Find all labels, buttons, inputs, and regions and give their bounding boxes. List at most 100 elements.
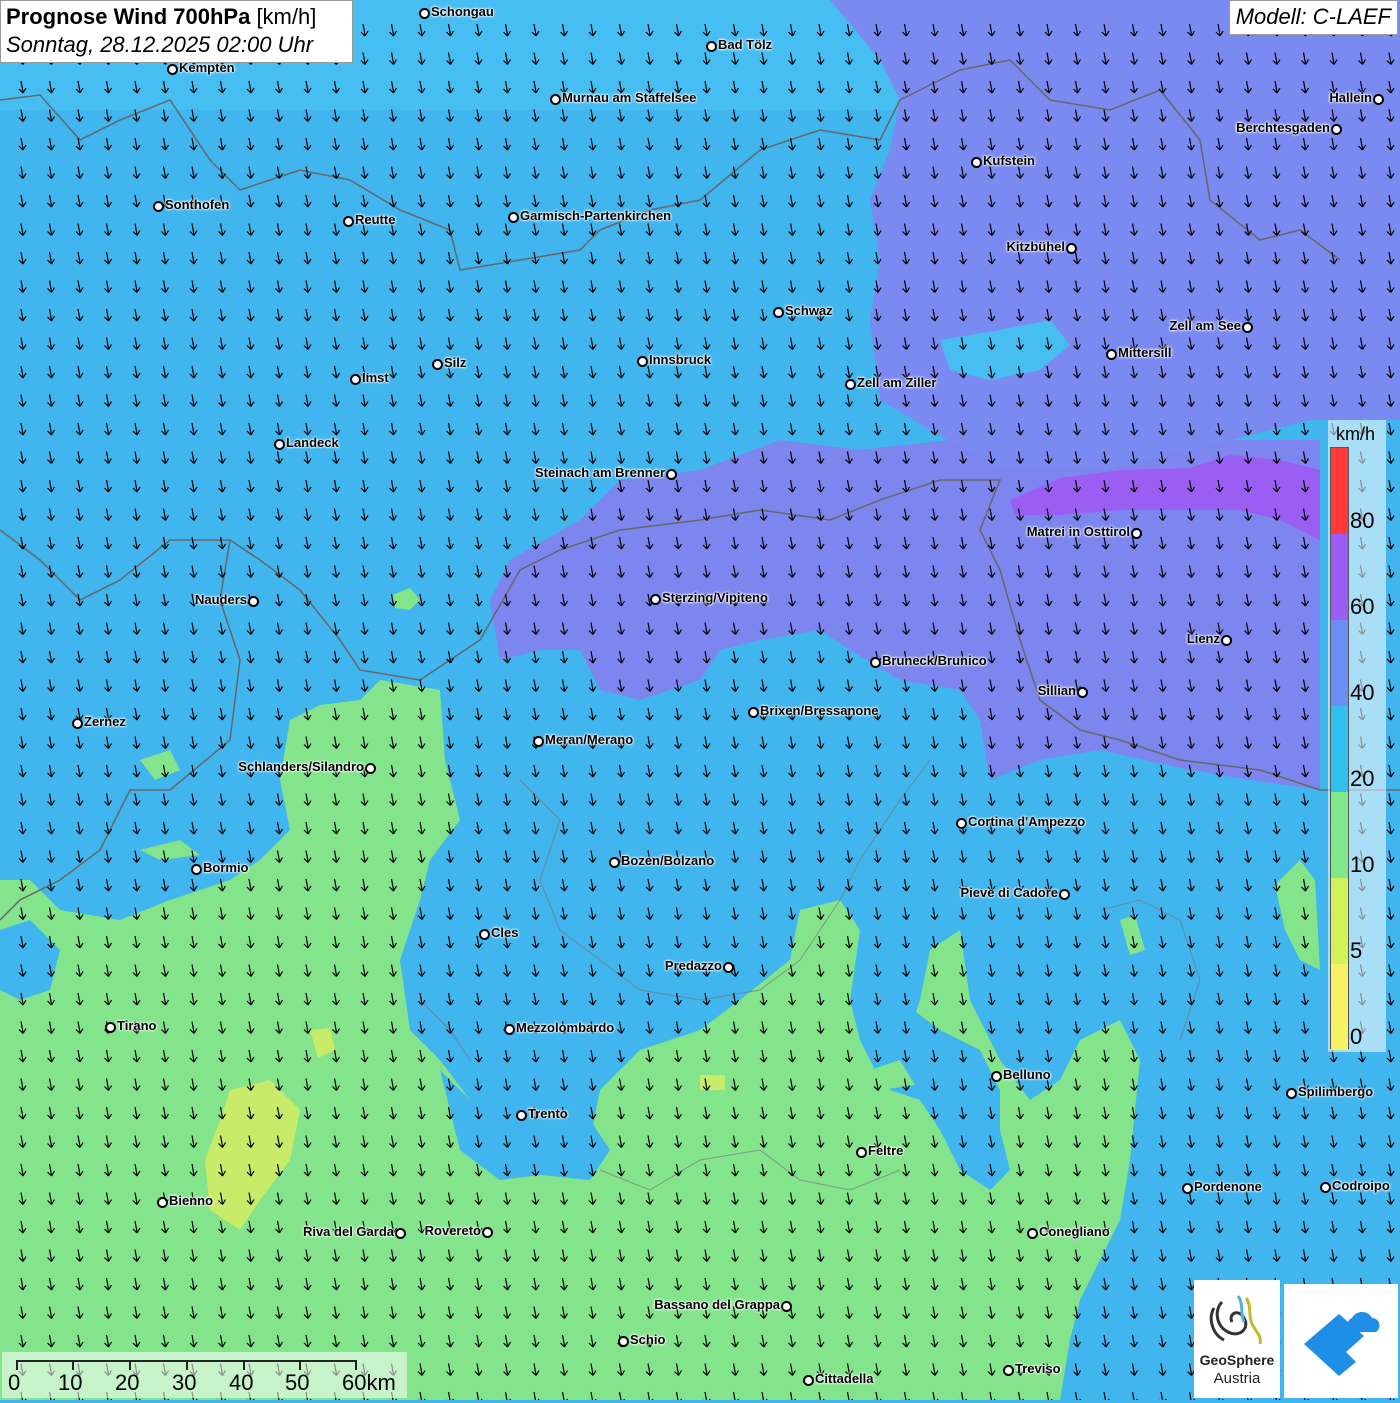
city-marker <box>723 962 734 973</box>
scale-tick <box>16 1360 18 1370</box>
city-label: Bad Tölz <box>718 37 773 52</box>
city-marker <box>1027 1228 1038 1239</box>
city-marker <box>157 1197 168 1208</box>
city-label: Feltre <box>868 1143 904 1158</box>
city-label: Matrei in Osttirol <box>1026 524 1130 539</box>
city-marker <box>845 379 856 390</box>
city-marker <box>72 718 83 729</box>
city-marker <box>956 818 967 829</box>
city-marker <box>748 707 759 718</box>
title-box: Prognose Wind 700hPa [km/h] Sonntag, 28.… <box>0 0 353 63</box>
scale-label: 60km <box>342 1370 396 1395</box>
city-label: Mittersill <box>1118 345 1172 360</box>
city-marker <box>803 1375 814 1386</box>
city-marker <box>550 94 561 105</box>
city-marker <box>365 763 376 774</box>
legend-bar <box>1330 447 1349 1050</box>
city-marker <box>343 216 354 227</box>
city-label: Sterzing/Vipiteno <box>662 590 768 605</box>
city-label: Silz <box>444 355 467 370</box>
city-marker <box>1221 635 1232 646</box>
city-label: Bassano del Grappa <box>654 1297 780 1312</box>
city-label: Sonthofen <box>165 197 230 212</box>
city-label: Kitzbühel <box>1006 239 1066 254</box>
legend-seg-60-80 <box>1331 534 1348 620</box>
city-label: Schwaz <box>785 303 833 318</box>
city-marker <box>479 929 490 940</box>
city-label: Tirano <box>117 1018 157 1033</box>
scale-label: 50 <box>285 1370 310 1395</box>
model-label: Modell: C-LAEF <box>1228 0 1398 35</box>
city-marker <box>533 736 544 747</box>
city-marker <box>1003 1365 1014 1376</box>
city-label: Bozen/Bolzano <box>621 853 715 868</box>
city-label: Treviso <box>1015 1361 1061 1376</box>
city-label: Kufstein <box>983 153 1035 168</box>
city-marker <box>167 64 178 75</box>
legend-tick-0: 0 <box>1350 1024 1363 1049</box>
title: Prognose Wind 700hPa [km/h] <box>6 3 347 31</box>
city-label: Hallein <box>1329 90 1372 105</box>
city-marker <box>991 1071 1002 1082</box>
scale-label: 0 <box>8 1370 21 1395</box>
city-label: Berchtesgaden <box>1236 120 1330 135</box>
city-marker <box>482 1227 493 1238</box>
city-marker <box>1242 322 1253 333</box>
legend-seg-20-40 <box>1331 706 1348 792</box>
legend-tick-60: 60 <box>1350 594 1375 619</box>
city-marker <box>1059 889 1070 900</box>
city-label: Sillian <box>1037 683 1076 698</box>
city-label: Mezzolombardo <box>516 1020 615 1035</box>
city-label: Trento <box>528 1106 568 1121</box>
city-marker <box>609 857 620 868</box>
scale-bar: 0 10 20 30 40 50 60km <box>2 1352 407 1398</box>
city-label: Innsbruck <box>649 352 712 367</box>
legend-tick-10: 10 <box>1350 852 1375 877</box>
color-legend: km/h 80 60 40 20 10 5 0 <box>1328 420 1386 1052</box>
city-label: Zernez <box>84 714 126 729</box>
city-label: Meran/Merano <box>545 732 634 747</box>
city-marker <box>666 469 677 480</box>
city-label: Conegliano <box>1039 1224 1110 1239</box>
city-label: Bormio <box>203 860 249 875</box>
forecast-datetime: Sonntag, 28.12.2025 02:00 Uhr <box>6 32 314 57</box>
legend-tick-80: 80 <box>1350 508 1375 533</box>
title-unit: [km/h] <box>256 4 317 29</box>
city-label: Rovereto <box>424 1223 481 1238</box>
city-marker <box>1077 687 1088 698</box>
city-marker <box>191 864 202 875</box>
city-marker <box>773 307 784 318</box>
geosphere-logo[interactable]: GeoSphere Austria <box>1194 1280 1280 1398</box>
city-label: Spilimbergo <box>1298 1084 1374 1099</box>
city-marker <box>395 1228 406 1239</box>
title-bold: Prognose Wind 700hPa <box>6 4 251 29</box>
city-label: Imst <box>362 370 389 385</box>
logo-text-1: GeoSphere <box>1199 1352 1275 1368</box>
legend-unit: km/h <box>1336 424 1376 444</box>
city-marker <box>1182 1183 1193 1194</box>
city-label: Cortina d'Ampezzo <box>968 814 1086 829</box>
city-label: Kempten <box>179 60 235 75</box>
city-marker <box>706 41 717 52</box>
city-marker <box>274 439 285 450</box>
city-label: Murnau am Staffelsee <box>562 90 697 105</box>
city-label: Landeck <box>286 435 339 450</box>
city-label: Bruneck/Brunico <box>882 653 987 668</box>
city-label: Brixen/Bressanone <box>760 703 879 718</box>
app-logo[interactable] <box>1284 1284 1398 1398</box>
city-marker <box>350 374 361 385</box>
scale-label: 30 <box>172 1370 197 1395</box>
scale-label: 20 <box>115 1370 140 1395</box>
scale-tick <box>186 1360 188 1370</box>
city-label: Lienz <box>1186 631 1220 646</box>
city-marker <box>637 356 648 367</box>
city-label: Belluno <box>1003 1067 1051 1082</box>
app-weather-icon <box>1304 1312 1380 1376</box>
legend-seg-5-10 <box>1331 878 1348 964</box>
city-marker <box>248 596 259 607</box>
city-label: Cittadella <box>815 1371 874 1386</box>
city-marker <box>1331 124 1342 135</box>
city-marker <box>508 212 519 223</box>
city-marker <box>650 594 661 605</box>
city-marker <box>105 1022 116 1033</box>
